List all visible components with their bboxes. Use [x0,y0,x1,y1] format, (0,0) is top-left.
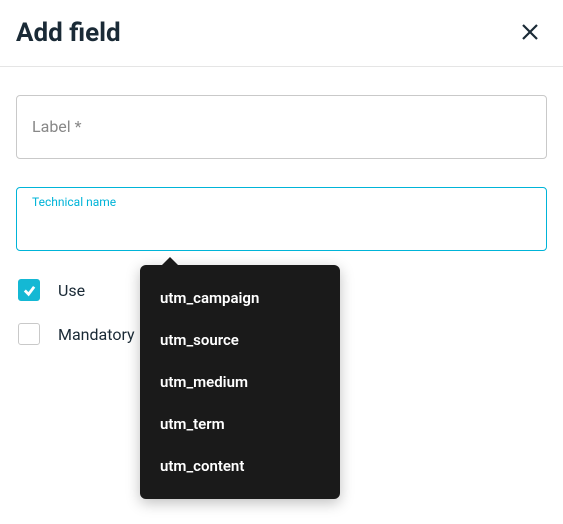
dialog-title: Add field [16,18,121,48]
close-button[interactable] [517,19,543,48]
close-icon [521,23,539,41]
mandatory-checkbox[interactable] [18,323,40,345]
dropdown-item[interactable]: utm_campaign [140,277,340,319]
technical-name-field-wrapper: Technical name [16,187,547,251]
label-field-wrapper: Label * [16,95,547,159]
technical-name-input[interactable] [16,187,547,251]
dialog-header: Add field [0,0,563,67]
dropdown-item[interactable]: utm_term [140,403,340,445]
mandatory-checkbox-label: Mandatory [58,325,135,344]
dropdown-item[interactable]: utm_medium [140,361,340,403]
dropdown-item[interactable]: utm_source [140,319,340,361]
check-icon [23,284,36,297]
technical-name-dropdown: utm_campaign utm_source utm_medium utm_t… [140,265,340,499]
dropdown-item[interactable]: utm_content [140,445,340,487]
use-checkbox-label: Use [58,281,85,300]
label-input[interactable] [16,95,547,159]
use-checkbox[interactable] [18,279,40,301]
